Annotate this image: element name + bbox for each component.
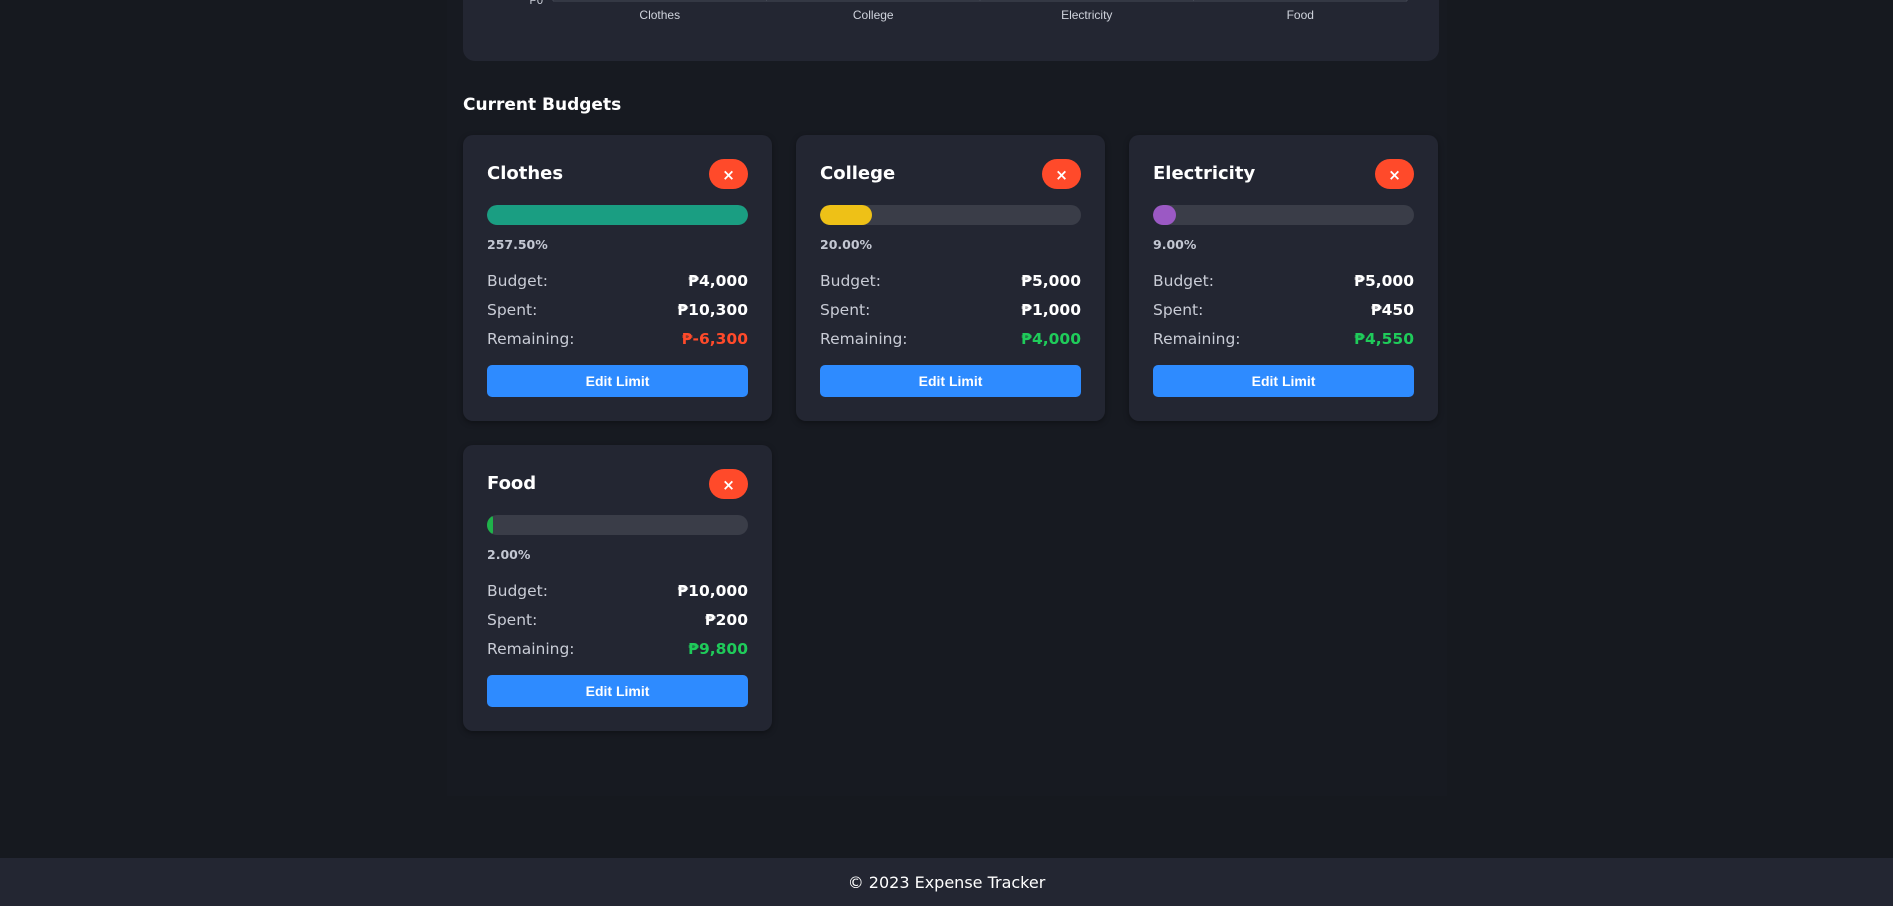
delete-budget-button[interactable]: × bbox=[1375, 159, 1414, 189]
progress-track bbox=[1153, 205, 1414, 225]
x-tick-label: Food bbox=[1287, 8, 1314, 22]
x-tick-label: Electricity bbox=[1061, 8, 1112, 22]
budget-label: Budget: bbox=[820, 272, 881, 290]
remaining-label: Remaining: bbox=[820, 330, 908, 348]
budget-name: Electricity bbox=[1153, 163, 1256, 184]
progress-track bbox=[820, 205, 1081, 225]
budget-row: Budget: ₱5,000 bbox=[820, 271, 1081, 291]
progress-track bbox=[487, 205, 748, 225]
budget-row: Budget: ₱5,000 bbox=[1153, 271, 1414, 291]
remaining-label: Remaining: bbox=[487, 330, 575, 348]
budget-grid: Clothes × 257.50% Budget: ₱4,000 Spent: … bbox=[463, 135, 1439, 731]
percent-used: 2.00% bbox=[487, 547, 531, 562]
edit-limit-button[interactable]: Edit Limit bbox=[487, 675, 748, 707]
remaining-row: Remaining: ₱9,800 bbox=[487, 639, 748, 659]
budget-chart: ₱0 Clothes College Electricity Food bbox=[530, 0, 1408, 22]
budget-value: ₱5,000 bbox=[1021, 272, 1081, 290]
spent-row: Spent: ₱1,000 bbox=[820, 300, 1081, 320]
remaining-value: ₱9,800 bbox=[688, 640, 748, 658]
budget-label: Budget: bbox=[487, 582, 548, 600]
edit-limit-button[interactable]: Edit Limit bbox=[1153, 365, 1414, 397]
x-tick-label: Clothes bbox=[639, 8, 680, 22]
progress-fill bbox=[487, 205, 748, 225]
budget-row: Budget: ₱4,000 bbox=[487, 271, 748, 291]
progress-fill bbox=[487, 515, 493, 535]
percent-used: 9.00% bbox=[1153, 237, 1197, 252]
budget-row: Budget: ₱10,000 bbox=[487, 581, 748, 601]
budget-name: Food bbox=[487, 473, 537, 494]
remaining-label: Remaining: bbox=[487, 640, 575, 658]
remaining-value: ₱4,000 bbox=[1021, 330, 1081, 348]
edit-limit-button[interactable]: Edit Limit bbox=[820, 365, 1081, 397]
x-tick-label: College bbox=[853, 8, 894, 22]
y-tick-label: ₱0 bbox=[530, 0, 543, 7]
spent-value: ₱200 bbox=[704, 611, 748, 629]
remaining-row: Remaining: ₱-6,300 bbox=[487, 329, 748, 349]
percent-used: 20.00% bbox=[820, 237, 873, 252]
spent-value: ₱10,300 bbox=[677, 301, 748, 319]
spent-row: Spent: ₱450 bbox=[1153, 300, 1414, 320]
budget-card: College × 20.00% Budget: ₱5,000 Spent: ₱… bbox=[796, 135, 1105, 421]
spent-value: ₱1,000 bbox=[1021, 301, 1081, 319]
budget-name: Clothes bbox=[487, 163, 564, 184]
progress-track bbox=[487, 515, 748, 535]
spent-label: Spent: bbox=[1153, 301, 1204, 319]
spent-row: Spent: ₱10,300 bbox=[487, 300, 748, 320]
budget-card: Food × 2.00% Budget: ₱10,000 Spent: ₱200… bbox=[463, 445, 772, 731]
budget-chart-card: ₱0 Clothes College Electricity Food bbox=[463, 0, 1439, 61]
spent-label: Spent: bbox=[820, 301, 871, 319]
remaining-label: Remaining: bbox=[1153, 330, 1241, 348]
progress-fill bbox=[1153, 205, 1177, 225]
footer-text: © 2023 Expense Tracker bbox=[847, 872, 1046, 892]
budget-name: College bbox=[820, 163, 896, 184]
progress-fill bbox=[820, 205, 873, 225]
edit-limit-button[interactable]: Edit Limit bbox=[487, 365, 748, 397]
remaining-row: Remaining: ₱4,000 bbox=[820, 329, 1081, 349]
footer: © 2023 Expense Tracker bbox=[0, 858, 1893, 906]
budget-card: Electricity × 9.00% Budget: ₱5,000 Spent… bbox=[1129, 135, 1438, 421]
section-title: Current Budgets bbox=[463, 95, 622, 115]
budget-value: ₱4,000 bbox=[688, 272, 748, 290]
remaining-value: ₱4,550 bbox=[1354, 330, 1414, 348]
budget-card: Clothes × 257.50% Budget: ₱4,000 Spent: … bbox=[463, 135, 772, 421]
spent-label: Spent: bbox=[487, 611, 538, 629]
budget-value: ₱5,000 bbox=[1354, 272, 1414, 290]
budget-label: Budget: bbox=[487, 272, 548, 290]
budget-label: Budget: bbox=[1153, 272, 1214, 290]
delete-budget-button[interactable]: × bbox=[709, 469, 748, 499]
delete-budget-button[interactable]: × bbox=[1042, 159, 1081, 189]
percent-used: 257.50% bbox=[487, 237, 548, 252]
budget-value: ₱10,000 bbox=[677, 582, 748, 600]
spent-row: Spent: ₱200 bbox=[487, 610, 748, 630]
spent-label: Spent: bbox=[487, 301, 538, 319]
delete-budget-button[interactable]: × bbox=[709, 159, 748, 189]
spent-value: ₱450 bbox=[1370, 301, 1414, 319]
remaining-value: ₱-6,300 bbox=[681, 330, 748, 348]
remaining-row: Remaining: ₱4,550 bbox=[1153, 329, 1414, 349]
